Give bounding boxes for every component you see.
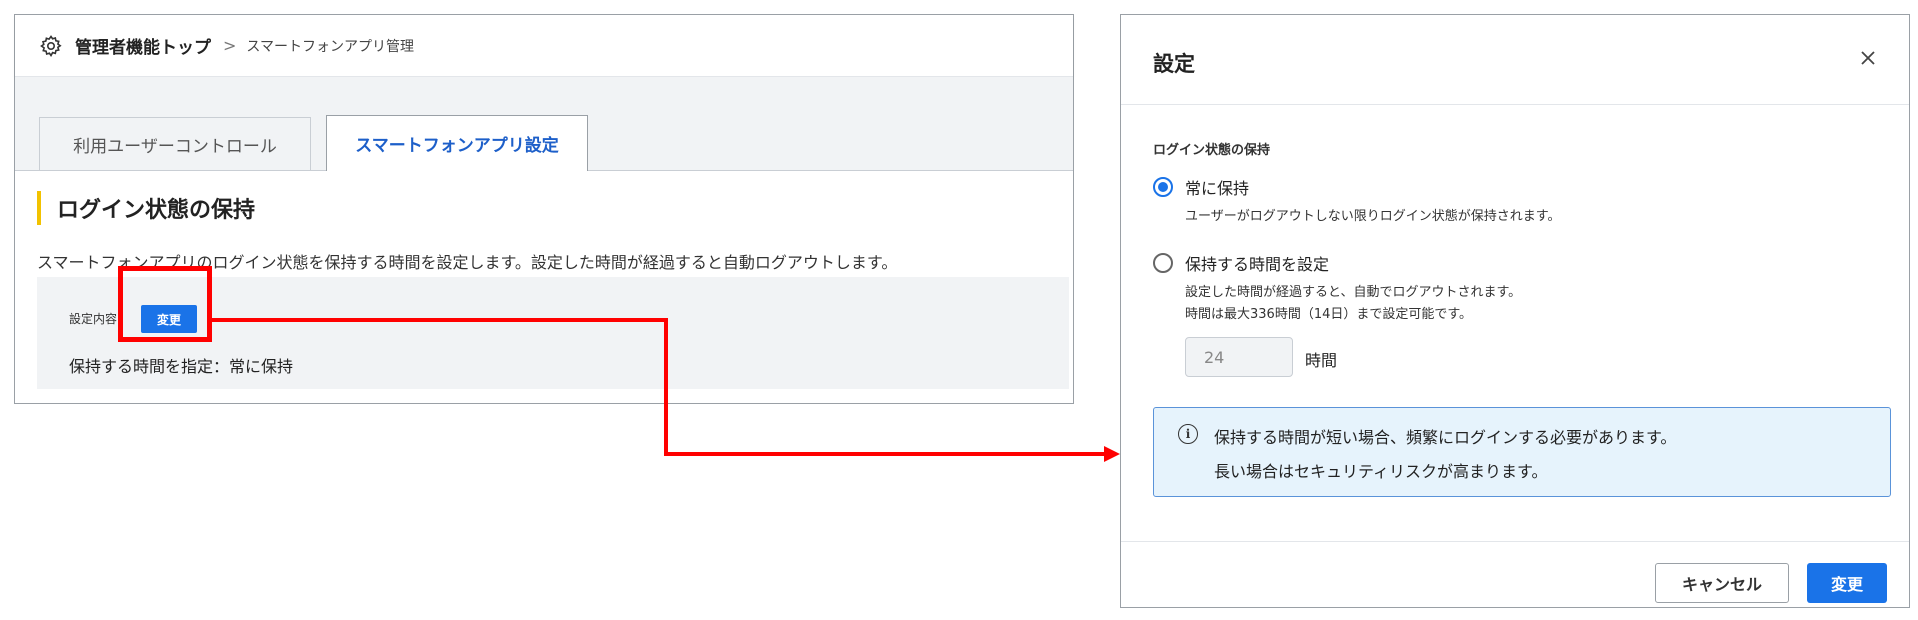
section-description: スマートフォンアプリのログイン状態を保持する時間を設定します。設定した時間が経過… xyxy=(37,253,898,272)
change-settings-button[interactable]: 変更 xyxy=(141,305,197,333)
radio-help-set-hours-2: 時間は最大336時間（14日）まで設定可能です。 xyxy=(1185,307,1473,322)
info-icon: i xyxy=(1178,424,1198,444)
settings-current-value: 保持する時間を指定：常に保持 xyxy=(69,357,294,376)
breadcrumb-current: スマートフォンアプリ管理 xyxy=(246,38,414,55)
radio-label-always: 常に保持 xyxy=(1185,179,1250,198)
radio-option-set-hours[interactable]: 保持する時間を設定 xyxy=(1153,251,1329,275)
breadcrumb-separator: > xyxy=(223,36,237,55)
info-notice: i 保持する時間が短い場合、頻繁にログインする必要があります。 長い場合はセキュ… xyxy=(1153,407,1891,497)
info-text-line-2: 長い場合はセキュリティリスクが高まります。 xyxy=(1214,462,1548,481)
hours-input[interactable]: 24 xyxy=(1185,337,1293,377)
radio-help-set-hours-1: 設定した時間が経過すると、自動でログアウトされます。 xyxy=(1185,285,1522,300)
section-title-accent-bar xyxy=(37,191,41,225)
dialog-title: 設定 xyxy=(1153,52,1195,76)
section-heading: ログイン状態の保持 xyxy=(37,191,255,225)
submit-change-button[interactable]: 変更 xyxy=(1807,563,1887,603)
cancel-button[interactable]: キャンセル xyxy=(1655,563,1789,603)
radio-help-always: ユーザーがログアウトしない限りログイン状態が保持されます。 xyxy=(1185,209,1561,224)
radio-label-set-hours: 保持する時間を設定 xyxy=(1185,255,1330,274)
settings-summary: 設定内容 変更 保持する時間を指定：常に保持 xyxy=(37,277,1069,389)
radio-button-set-hours[interactable] xyxy=(1153,253,1173,273)
breadcrumb-root-link[interactable]: 管理者機能トップ xyxy=(75,33,211,58)
tab-smartphone-app-settings[interactable]: スマートフォンアプリ設定 xyxy=(326,115,588,171)
tab-user-control[interactable]: 利用ユーザーコントロール xyxy=(39,117,311,171)
field-label-login-retention: ログイン状態の保持 xyxy=(1153,143,1271,158)
section-title: ログイン状態の保持 xyxy=(57,198,256,223)
radio-button-always[interactable] xyxy=(1153,177,1173,197)
annotated-screenshot: 管理者機能トップ > スマートフォンアプリ管理 利用ユーザーコントロール スマー… xyxy=(0,0,1918,620)
info-text-line-1: 保持する時間が短い場合、頻繁にログインする必要があります。 xyxy=(1214,428,1677,447)
close-icon[interactable] xyxy=(1855,45,1881,71)
settings-label: 設定内容 xyxy=(69,312,118,326)
radio-option-always[interactable]: 常に保持 xyxy=(1153,175,1249,199)
admin-page-panel: 管理者機能トップ > スマートフォンアプリ管理 利用ユーザーコントロール スマー… xyxy=(14,14,1074,404)
gear-icon xyxy=(39,34,63,58)
dialog-header: 設定 xyxy=(1121,15,1909,105)
hours-unit-label: 時間 xyxy=(1305,351,1338,370)
dialog-footer-divider xyxy=(1121,541,1909,542)
breadcrumb: 管理者機能トップ > スマートフォンアプリ管理 xyxy=(15,15,1073,77)
tab-bar: 利用ユーザーコントロール スマートフォンアプリ設定 xyxy=(15,77,1073,171)
settings-dialog: 設定 ログイン状態の保持 常に保持 ユーザーがログアウトしない限りログイン状態が… xyxy=(1120,14,1910,608)
